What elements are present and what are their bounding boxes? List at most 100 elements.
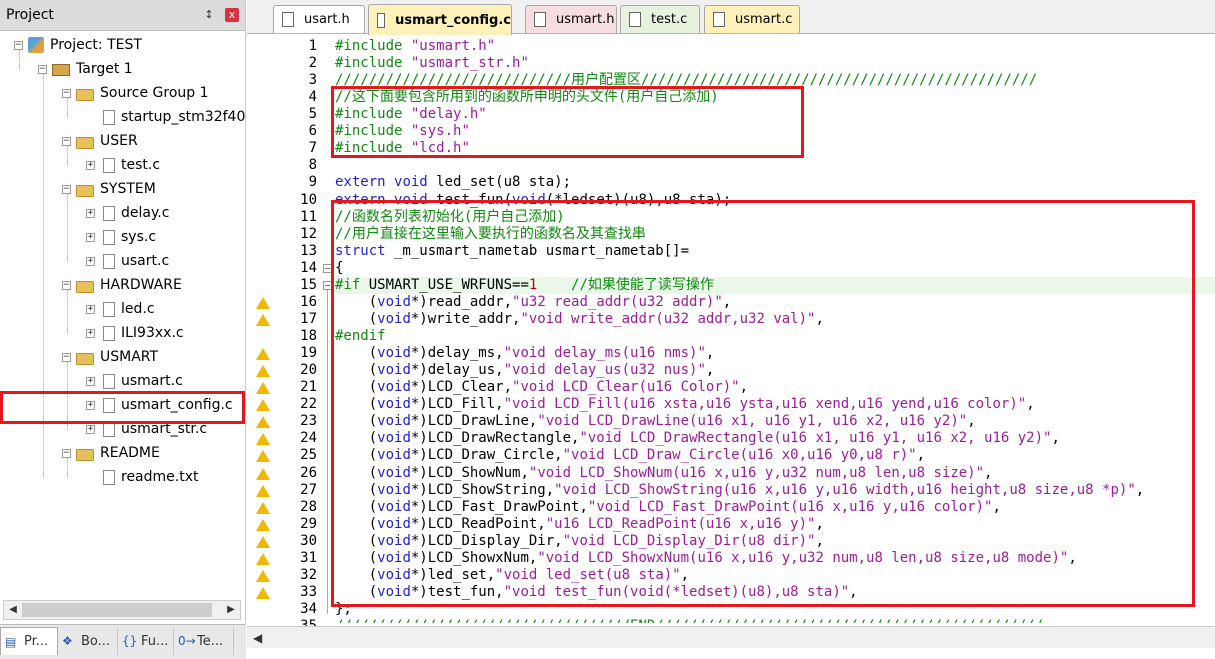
tree-horizontal-scrollbar[interactable]: ◀ ▶ [3, 600, 241, 620]
line-number: 32 [300, 566, 317, 583]
pin-icon[interactable]: ↕ [203, 8, 215, 22]
expander-icon[interactable]: + [86, 424, 95, 434]
line-number: 13 [300, 242, 317, 259]
warning-icon[interactable] [256, 586, 270, 599]
folder-icon [76, 352, 94, 365]
panel-tab-project[interactable]: ▤ Pr... [0, 627, 58, 655]
warning-icon[interactable] [256, 569, 270, 582]
tree-item-label: Target 1 [76, 61, 133, 77]
scroll-thumb[interactable] [22, 603, 212, 617]
file-icon [103, 229, 115, 245]
tree-item-source-group-1[interactable]: − Source Group 1 [62, 82, 209, 104]
expander-icon[interactable]: − [62, 136, 71, 146]
tree-item-readme[interactable]: − README [62, 442, 160, 464]
tree-item-usmart-c[interactable]: + usmart.c [86, 370, 183, 392]
tree-item-startup-stm32f40[interactable]: startup_stm32f40 [86, 106, 245, 128]
warning-icon[interactable] [256, 365, 270, 378]
line-number: 26 [300, 464, 317, 481]
scroll-left-icon[interactable]: ◀ [253, 631, 262, 645]
code-line[interactable]: #include "usmart.h" [335, 38, 495, 55]
tree-item-project-test[interactable]: − Project: TEST [14, 34, 142, 56]
file-icon [103, 301, 115, 317]
warning-icon[interactable] [256, 450, 270, 463]
expander-icon[interactable]: + [86, 232, 95, 242]
expander-icon[interactable]: − [62, 448, 71, 458]
line-number: 18 [300, 328, 317, 345]
expander-icon[interactable]: + [86, 376, 95, 386]
panel-tab-label: Bo... [81, 633, 111, 649]
line-number: 33 [300, 583, 317, 600]
warning-icon[interactable] [256, 382, 270, 395]
file-tab-usmart-config-c[interactable]: usmart_config.c [368, 4, 512, 35]
expander-icon[interactable]: − [14, 40, 23, 50]
expander-icon[interactable]: + [86, 208, 95, 218]
warning-icon[interactable] [256, 296, 270, 309]
file-tab-label: usmart.h [556, 12, 615, 27]
warning-icon[interactable] [256, 552, 270, 565]
tree-item-led-c[interactable]: + led.c [86, 298, 155, 320]
expander-icon[interactable]: − [62, 352, 71, 362]
line-number: 31 [300, 549, 317, 566]
tree-item-ili93xx-c[interactable]: + ILI93xx.c [86, 322, 184, 344]
scroll-right-icon[interactable]: ▶ [224, 603, 238, 617]
warning-icon[interactable] [256, 501, 270, 514]
editor-horizontal-scrollbar[interactable]: ◀ [247, 626, 1215, 648]
line-number: 17 [300, 310, 317, 327]
warning-icon[interactable] [256, 518, 270, 531]
line-number: 9 [308, 174, 317, 191]
tree-item-usart-c[interactable]: + usart.c [86, 250, 169, 272]
tree-item-sys-c[interactable]: + sys.c [86, 226, 156, 248]
line-number: 25 [300, 447, 317, 464]
warning-icon[interactable] [256, 313, 270, 326]
file-tab-usmart-c[interactable]: usmart.c [704, 5, 800, 33]
expander-icon[interactable]: + [86, 160, 95, 170]
code-line[interactable]: ///////////////////////////////////END//… [335, 618, 1043, 623]
line-number: 19 [300, 345, 317, 362]
tree-item-user[interactable]: − USER [62, 130, 138, 152]
tree-item-usmart[interactable]: − USMART [62, 346, 158, 368]
panel-tab-functions[interactable]: {} Fu... [118, 627, 174, 655]
folder-icon [76, 136, 94, 149]
line-number: 28 [300, 498, 317, 515]
tree-item-hardware[interactable]: − HARDWARE [62, 274, 182, 296]
expander-icon[interactable]: + [86, 256, 95, 266]
expander-icon[interactable]: − [62, 184, 71, 194]
warning-icon[interactable] [256, 348, 270, 361]
tree-item-delay-c[interactable]: + delay.c [86, 202, 169, 224]
panel-tab-templates[interactable]: 0→ Te... [174, 627, 234, 655]
tree-item-label: usmart.c [121, 373, 183, 389]
close-icon[interactable]: x [225, 8, 239, 22]
tree-item-label: startup_stm32f40 [121, 109, 245, 125]
tree-item-readme-txt[interactable]: readme.txt [86, 466, 199, 488]
tree-item-label: USMART [100, 349, 159, 365]
tree-item-label: led.c [121, 301, 155, 317]
warning-icon[interactable] [256, 416, 270, 429]
panel-tab-books[interactable]: ❖ Bo... [58, 627, 118, 655]
warning-icon[interactable] [256, 535, 270, 548]
file-tab-usmart-h[interactable]: usmart.h [525, 5, 617, 33]
code-line[interactable]: extern void led_set(u8 sta); [335, 174, 571, 191]
tree-item-system[interactable]: − SYSTEM [62, 178, 156, 200]
expander-icon[interactable]: + [86, 328, 95, 338]
tree-item-target-1[interactable]: − Target 1 [38, 58, 133, 80]
expander-icon[interactable]: + [86, 304, 95, 314]
highlight-box-nametab [331, 200, 1195, 607]
expander-icon[interactable]: − [62, 280, 71, 290]
tree-item-test-c[interactable]: + test.c [86, 154, 160, 176]
expander-icon[interactable]: − [38, 64, 47, 74]
target-icon [52, 64, 70, 76]
tree-item-label: Source Group 1 [100, 85, 209, 101]
editor-tab-bar: usart.h usmart_config.c usmart.h test.c usma… [247, 0, 1215, 35]
file-icon [103, 157, 115, 173]
panel-tab-label: Pr... [24, 634, 49, 649]
warning-icon[interactable] [256, 433, 270, 446]
scroll-left-icon[interactable]: ◀ [6, 603, 20, 617]
code-line[interactable]: #include "usmart_str.h" [335, 55, 529, 72]
tree-item-label: README [100, 445, 160, 461]
warning-icon[interactable] [256, 399, 270, 412]
warning-icon[interactable] [256, 484, 270, 497]
file-tab-usart-h[interactable]: usart.h [273, 5, 365, 33]
warning-icon[interactable] [256, 467, 270, 480]
file-tab-test-c[interactable]: test.c [620, 5, 700, 33]
expander-icon[interactable]: − [62, 88, 71, 98]
